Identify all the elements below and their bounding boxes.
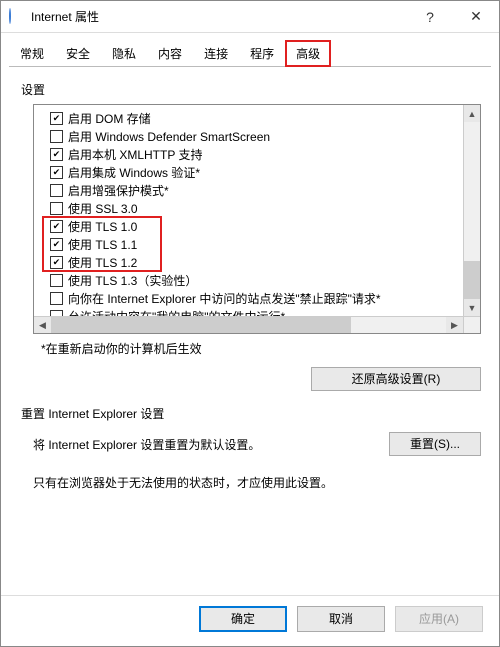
- settings-item[interactable]: 使用 SSL 3.0: [40, 199, 480, 217]
- checkbox[interactable]: [50, 166, 63, 179]
- reset-heading: 重置 Internet Explorer 设置: [21, 405, 481, 422]
- settings-item[interactable]: 启用 Windows Defender SmartScreen: [40, 127, 480, 145]
- horizontal-scrollbar[interactable]: ◀ ▶: [34, 316, 463, 333]
- settings-item-label: 启用增强保护模式*: [68, 182, 169, 199]
- vertical-scrollbar[interactable]: ▲ ▼: [463, 105, 480, 316]
- tab-隐私[interactable]: 隐私: [101, 40, 147, 67]
- settings-item-label: 启用 DOM 存储: [68, 110, 151, 127]
- ok-button[interactable]: 确定: [199, 606, 287, 632]
- scroll-left-icon[interactable]: ◀: [34, 317, 51, 333]
- settings-item[interactable]: 启用本机 XMLHTTP 支持: [40, 145, 480, 163]
- settings-item[interactable]: 启用集成 Windows 验证*: [40, 163, 480, 181]
- scroll-corner: [463, 316, 480, 333]
- tab-高级[interactable]: 高级: [285, 40, 331, 67]
- checkbox[interactable]: [50, 148, 63, 161]
- restart-note: *在重新启动你的计算机后生效: [41, 340, 481, 357]
- settings-item-label: 使用 SSL 3.0: [68, 200, 138, 217]
- reset-text: 将 Internet Explorer 设置重置为默认设置。: [33, 436, 260, 456]
- tabbar: 常规安全隐私内容连接程序高级: [1, 33, 499, 66]
- settings-item-label: 使用 TLS 1.3（实验性）: [68, 272, 197, 289]
- settings-item[interactable]: 向你在 Internet Explorer 中访问的站点发送"禁止跟踪"请求*: [40, 289, 480, 307]
- dialog-footer: 确定 取消 应用(A): [1, 595, 499, 646]
- apply-button[interactable]: 应用(A): [395, 606, 483, 632]
- scroll-right-icon[interactable]: ▶: [446, 317, 463, 333]
- tab-content: 设置 启用 DOM 存储启用 Windows Defender SmartScr…: [1, 67, 499, 595]
- checkbox[interactable]: [50, 238, 63, 251]
- checkbox[interactable]: [50, 220, 63, 233]
- checkbox[interactable]: [50, 130, 63, 143]
- tab-内容[interactable]: 内容: [147, 40, 193, 67]
- settings-listbox[interactable]: 启用 DOM 存储启用 Windows Defender SmartScreen…: [33, 104, 481, 334]
- tab-安全[interactable]: 安全: [55, 40, 101, 67]
- scroll-thumb-horizontal[interactable]: [51, 317, 351, 333]
- globe-icon: [9, 9, 25, 25]
- settings-item[interactable]: 使用 TLS 1.1: [40, 235, 480, 253]
- window-title: Internet 属性: [31, 8, 99, 25]
- tab-连接[interactable]: 连接: [193, 40, 239, 67]
- checkbox[interactable]: [50, 184, 63, 197]
- checkbox[interactable]: [50, 292, 63, 305]
- settings-item-label: 使用 TLS 1.1: [68, 236, 137, 253]
- cancel-button[interactable]: 取消: [297, 606, 385, 632]
- tab-程序[interactable]: 程序: [239, 40, 285, 67]
- reset-hint: 只有在浏览器处于无法使用的状态时，才应使用此设置。: [33, 474, 481, 491]
- settings-item[interactable]: 使用 TLS 1.0: [40, 217, 480, 235]
- settings-item-label: 使用 TLS 1.2: [68, 254, 137, 271]
- restore-defaults-button[interactable]: 还原高级设置(R): [311, 367, 481, 391]
- settings-item-label: 使用 TLS 1.0: [68, 218, 137, 235]
- checkbox[interactable]: [50, 112, 63, 125]
- settings-label: 设置: [21, 81, 481, 98]
- help-button[interactable]: ?: [407, 1, 453, 33]
- settings-item[interactable]: 启用 DOM 存储: [40, 109, 480, 127]
- checkbox[interactable]: [50, 274, 63, 287]
- reset-button[interactable]: 重置(S)...: [389, 432, 481, 456]
- scroll-down-icon[interactable]: ▼: [464, 299, 480, 316]
- close-button[interactable]: ✕: [453, 1, 499, 33]
- settings-item-label: 向你在 Internet Explorer 中访问的站点发送"禁止跟踪"请求*: [68, 290, 381, 307]
- settings-item[interactable]: 使用 TLS 1.3（实验性）: [40, 271, 480, 289]
- tab-常规[interactable]: 常规: [9, 40, 55, 67]
- scroll-thumb-vertical[interactable]: [464, 261, 480, 299]
- settings-item[interactable]: 启用增强保护模式*: [40, 181, 480, 199]
- settings-item-label: 启用 Windows Defender SmartScreen: [68, 128, 270, 145]
- settings-item[interactable]: 使用 TLS 1.2: [40, 253, 480, 271]
- settings-item-label: 启用集成 Windows 验证*: [68, 164, 200, 181]
- titlebar: Internet 属性 ? ✕: [1, 1, 499, 33]
- scroll-up-icon[interactable]: ▲: [464, 105, 480, 122]
- checkbox[interactable]: [50, 256, 63, 269]
- checkbox[interactable]: [50, 202, 63, 215]
- settings-item-label: 启用本机 XMLHTTP 支持: [68, 146, 202, 163]
- dialog-window: Internet 属性 ? ✕ 常规安全隐私内容连接程序高级 设置 启用 DOM…: [0, 0, 500, 647]
